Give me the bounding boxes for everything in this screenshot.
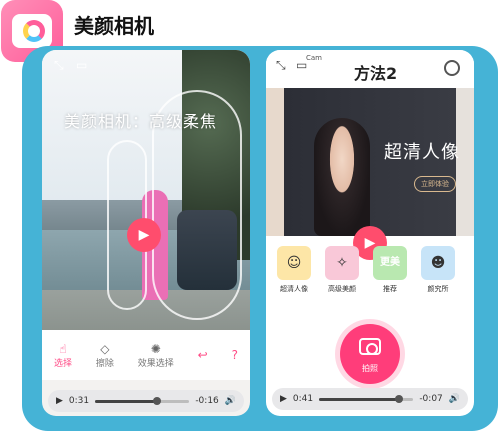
right-phone-screen: ⤡ ▭ Cam 方法2 超清人像 立即体验 ▶ ☺ 超清人像 ✧ 高级美颜 更美… — [266, 50, 474, 416]
volume-icon[interactable]: 🔊 — [225, 396, 236, 406]
app-header: ⤡ ▭ Cam 方法2 — [266, 50, 474, 88]
research-icon: ☻ — [421, 246, 455, 280]
play-icon[interactable]: ▶ — [280, 394, 287, 404]
undo-icon: ↩ — [197, 348, 208, 362]
help-icon: ? — [231, 348, 238, 362]
seek-knob[interactable] — [153, 396, 162, 405]
app-name: 美颜相机 — [74, 14, 154, 38]
face-smile-icon: ☺ — [277, 246, 311, 280]
eraser-icon: ◇ — [100, 341, 110, 356]
remaining-time: -0:16 — [195, 396, 219, 406]
beauty-wand-icon: ✧ — [325, 246, 359, 280]
edit-toolbar: ☝ 选择 ◇ 擦除 ✺ 效果选择 ↩ ? — [42, 330, 250, 380]
cam-label: Cam — [306, 54, 322, 62]
undo-button[interactable]: ↩ — [198, 348, 208, 362]
feature-row: ☺ 超清人像 ✧ 高级美颜 更美 推荐 ☻ 颜究所 — [266, 240, 474, 298]
promo-banner[interactable]: 超清人像 立即体验 — [266, 88, 474, 236]
camera-icon — [359, 338, 381, 355]
feature-advanced-beauty[interactable]: ✧ 高级美颜 — [324, 246, 360, 294]
left-phone-screen: ⤡ ▭ 美颜相机：高级柔焦 ▶ ☝ 选择 ◇ 擦除 ✺ 效果选择 ↩ ? ▶ 0:31… — [42, 50, 250, 416]
shoot-button[interactable]: 拍照 — [340, 324, 400, 384]
tool-erase[interactable]: ◇ 擦除 — [96, 342, 114, 369]
feature-research[interactable]: ☻ 颜究所 — [420, 246, 456, 294]
watermark-text: 美颜相机：高级柔焦 — [64, 112, 218, 131]
seek-track[interactable] — [319, 394, 414, 403]
feature-recommend[interactable]: 更美 推荐 — [372, 246, 408, 294]
play-icon[interactable]: ▶ — [56, 396, 63, 406]
volume-icon[interactable]: 🔊 — [449, 394, 460, 404]
effect-icon: ✺ — [150, 341, 161, 356]
hand-icon: ☝ — [59, 341, 67, 356]
tool-effect-select[interactable]: ✺ 效果选择 — [138, 342, 174, 369]
play-button[interactable]: ▶ — [127, 218, 161, 252]
try-now-button[interactable]: 立即体验 — [414, 176, 456, 192]
feature-hd-portrait[interactable]: ☺ 超清人像 — [276, 246, 312, 294]
elapsed-time: 0:31 — [68, 396, 90, 406]
page-title: 方法2 — [354, 64, 398, 83]
pip-icon[interactable]: ▭ — [76, 58, 87, 72]
video-player-bar: ▶ 0:31 -0:16 🔊 — [48, 390, 244, 412]
elapsed-time: 0:41 — [292, 394, 314, 404]
seek-fill — [319, 397, 400, 401]
recommend-icon: 更美 — [373, 246, 407, 280]
seek-knob[interactable] — [395, 394, 404, 403]
video-player-bar: ▶ 0:41 -0:07 🔊 — [272, 388, 468, 410]
avatar-icon[interactable] — [444, 60, 460, 76]
banner-headline: 超清人像 — [384, 142, 460, 163]
seek-track[interactable] — [95, 396, 190, 405]
remaining-time: -0:07 — [419, 394, 443, 404]
tool-select[interactable]: ☝ 选择 — [54, 342, 72, 369]
help-button[interactable]: ? — [232, 348, 238, 362]
collapse-icon[interactable]: ⤡ — [276, 58, 286, 73]
collapse-icon[interactable]: ⤡ — [54, 58, 64, 73]
model-portrait — [314, 118, 370, 236]
seek-fill — [95, 399, 158, 403]
color-ring-icon — [23, 20, 45, 42]
